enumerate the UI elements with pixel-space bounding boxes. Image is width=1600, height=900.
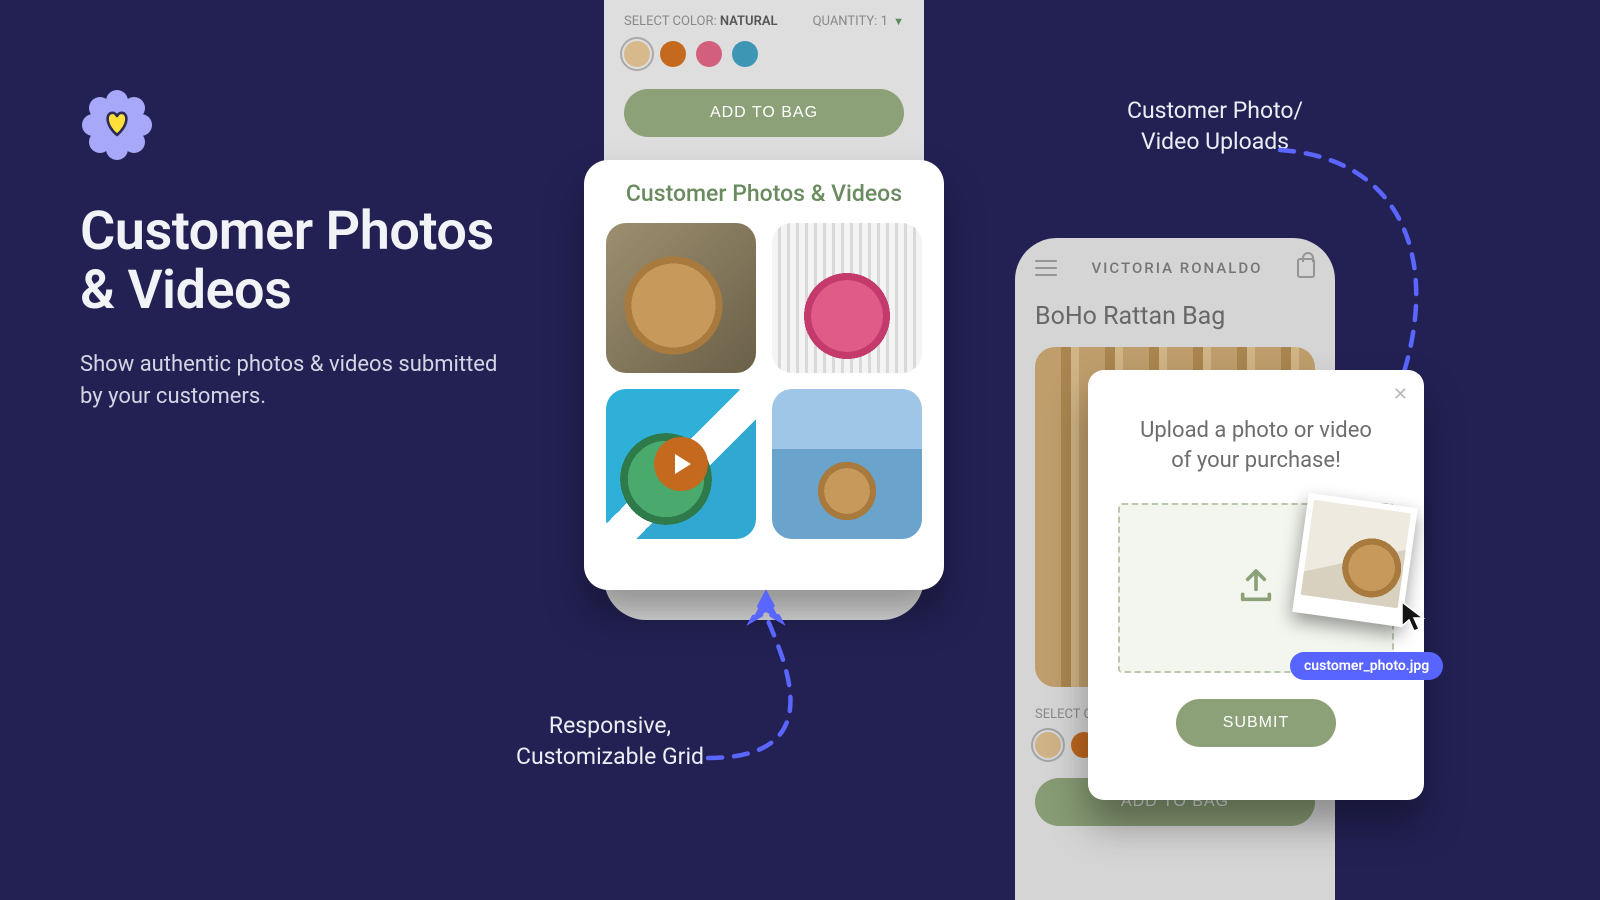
- gallery-thumb-4[interactable]: [772, 389, 922, 539]
- play-icon: [654, 437, 708, 491]
- gallery-thumb-3-video[interactable]: [606, 389, 756, 539]
- menu-icon[interactable]: [1035, 260, 1057, 276]
- upload-modal-title: Upload a photo or video of your purchase…: [1118, 416, 1394, 475]
- color-swatch-natural[interactable]: [624, 41, 650, 67]
- hero-subtitle: Show authentic photos & videos submitted…: [80, 349, 520, 413]
- gallery-thumb-2[interactable]: [772, 223, 922, 373]
- dragged-photo-thumbnail: [1292, 493, 1418, 627]
- select-color-label: SELECT COLOR: NATURAL: [624, 14, 778, 29]
- cursor-icon: [1400, 600, 1430, 638]
- arrow-to-grid-icon: [668, 588, 928, 768]
- customer-gallery-card: Customer Photos & Videos: [584, 160, 944, 590]
- hero-title: Customer Photos & Videos: [80, 202, 520, 321]
- upload-icon: [1236, 566, 1276, 610]
- gallery-thumb-1[interactable]: [606, 223, 756, 373]
- color-swatch-pink[interactable]: [696, 41, 722, 67]
- logo-heart-flower-icon: [80, 88, 154, 162]
- dragged-filename-pill: customer_photo.jpg: [1290, 652, 1443, 680]
- chevron-down-icon: ▼: [893, 15, 904, 28]
- brand-name: VICTORIA RONALDO: [1092, 259, 1263, 277]
- quantity-selector[interactable]: QUANTITY: 1 ▼: [813, 14, 904, 29]
- selected-color-value: NATURAL: [720, 14, 778, 29]
- submit-button[interactable]: SUBMIT: [1176, 699, 1336, 747]
- color-swatch-orange[interactable]: [660, 41, 686, 67]
- color-swatch-row: [624, 41, 904, 67]
- add-to-bag-button[interactable]: ADD TO BAG: [624, 89, 904, 137]
- gallery-title: Customer Photos & Videos: [606, 180, 922, 207]
- color-swatch-blue[interactable]: [732, 41, 758, 67]
- close-icon[interactable]: ✕: [1393, 384, 1408, 405]
- select-color-label-partial: SELECT C: [1035, 707, 1092, 722]
- color-swatch-natural[interactable]: [1035, 732, 1061, 758]
